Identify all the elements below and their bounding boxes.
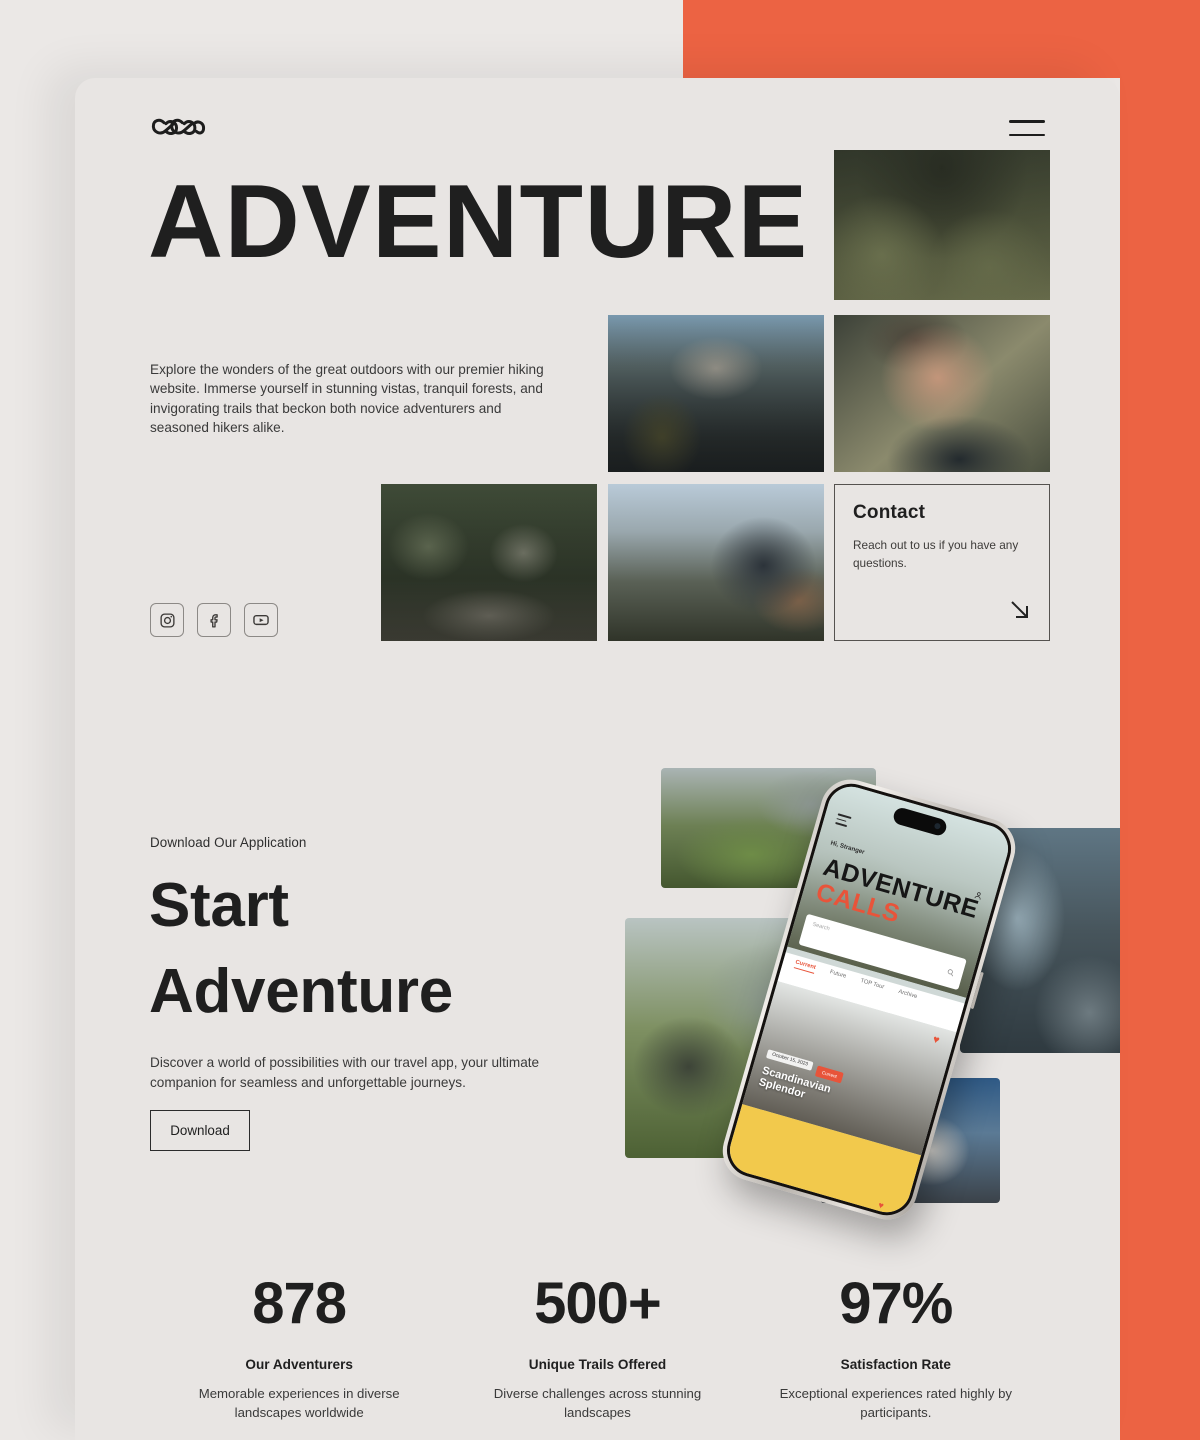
social-link-youtube[interactable] — [244, 603, 278, 637]
stat-card: 500+ Unique Trails Offered Diverse chall… — [448, 1271, 746, 1422]
phone-search-icon[interactable] — [944, 963, 957, 983]
page-root: ADVENTURE Explore the wonders of the gre… — [0, 0, 1200, 1440]
phone-hamburger-line — [835, 822, 848, 827]
hero-image-sunrise-hikers — [608, 484, 824, 641]
download-button[interactable]: Download — [150, 1110, 250, 1151]
stat-description: Diverse challenges across stunning lands… — [493, 1385, 702, 1420]
app-title-line-1: Start — [149, 871, 289, 940]
hamburger-line — [1009, 120, 1045, 123]
app-paragraph: Discover a world of possibilities with o… — [150, 1055, 540, 1090]
infinity-chain-logo[interactable] — [150, 115, 206, 141]
phone-tab-future[interactable]: Future — [829, 969, 847, 979]
stats-row: 878 Our Adventurers Memorable experience… — [150, 1271, 1045, 1422]
phone-tab-archive[interactable]: Archive — [898, 989, 918, 1000]
contact-subtitle: Reach out to us if you have any question… — [853, 538, 1019, 570]
stat-card: 97% Satisfaction Rate Exceptional experi… — [747, 1271, 1045, 1422]
app-eyebrow: Download Our Application — [150, 835, 307, 850]
phone-heart-icon[interactable]: ♥ — [931, 1033, 941, 1046]
social-link-instagram[interactable] — [150, 603, 184, 637]
arrow-down-right-icon — [1005, 595, 1035, 630]
stat-value: 500+ — [534, 1271, 662, 1336]
app-title-line-2: Adventure — [149, 956, 453, 1026]
app-section-title: Start Adventure — [149, 863, 579, 1034]
hero-paragraph: Explore the wonders of the great outdoor… — [150, 362, 544, 435]
facebook-icon — [209, 613, 218, 628]
orange-accent-right — [1120, 0, 1200, 1440]
hamburger-line — [1009, 133, 1045, 136]
stat-label: Our Adventurers — [245, 1356, 353, 1372]
phone-hamburger-line — [836, 817, 847, 822]
phone-heart-icon-secondary[interactable]: ♥ — [877, 1200, 885, 1211]
social-links — [150, 603, 278, 637]
hero-image-mountain-backpackers — [608, 315, 824, 472]
stat-description: Exceptional experiences rated highly by … — [779, 1385, 1013, 1420]
contact-title: Contact — [853, 502, 926, 523]
hero-image-campsite-coffee — [381, 484, 597, 641]
stat-label: Unique Trails Offered — [528, 1356, 667, 1372]
phone-tab-current[interactable]: Current — [793, 959, 817, 974]
site-header — [150, 98, 1045, 158]
stat-value: 97% — [839, 1271, 953, 1336]
stat-value: 878 — [252, 1271, 347, 1336]
hero-image-hiker-portrait — [834, 315, 1050, 472]
contact-card[interactable]: Contact Reach out to us if you have any … — [834, 484, 1050, 641]
instagram-icon — [159, 612, 175, 628]
social-link-facebook[interactable] — [197, 603, 231, 637]
hero-image-hikers-forest — [834, 150, 1050, 300]
phone-tab-top-tour[interactable]: TOP Tour — [860, 978, 885, 991]
phone-search-placeholder: Search — [811, 921, 831, 933]
main-content-card: ADVENTURE Explore the wonders of the gre… — [75, 78, 1120, 1440]
page-title: ADVENTURE — [148, 164, 809, 280]
stat-card: 878 Our Adventurers Memorable experience… — [150, 1271, 448, 1422]
infinity-chain-logo-icon — [151, 118, 206, 135]
stat-description: Memorable experiences in diverse landsca… — [198, 1385, 400, 1420]
hamburger-menu-icon[interactable] — [1009, 120, 1045, 136]
stat-label: Satisfaction Rate — [840, 1356, 951, 1372]
youtube-icon — [253, 614, 269, 626]
